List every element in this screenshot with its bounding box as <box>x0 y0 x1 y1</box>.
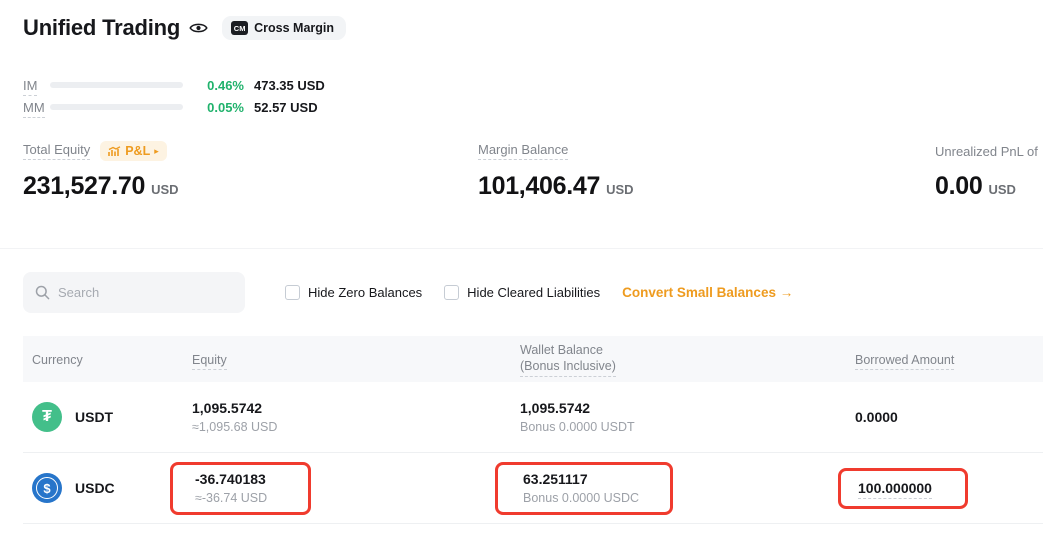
mm-row: MM 0.05% 52.57 USD <box>23 96 325 118</box>
margin-mode-label: Cross Margin <box>254 21 334 35</box>
usdc-wallet-balance-cell: 63.251117 Bonus 0.0000 USDC <box>520 462 855 515</box>
unified-trading-page: Unified Trading CM Cross Margin IM 0.46%… <box>0 0 1043 552</box>
im-progress-bar <box>50 82 183 88</box>
column-currency: Currency <box>23 352 192 367</box>
hide-cleared-liabilities-label: Hide Cleared Liabilities <box>467 285 600 300</box>
hide-cleared-liabilities-checkbox[interactable]: Hide Cleared Liabilities <box>444 285 600 300</box>
pnl-badge[interactable]: P&L ▸ <box>100 141 167 161</box>
section-divider <box>0 248 1043 249</box>
mm-label[interactable]: MM <box>23 100 50 115</box>
table-row-usdc: $ USDC -36.740183 ≈-36.74 USD 63.251117 … <box>23 453 1043 524</box>
unrealized-pnl-unit: USD <box>988 182 1015 197</box>
usdc-equity-cell: -36.740183 ≈-36.74 USD <box>192 462 520 515</box>
highlight-box-borrowed: 100.000000 <box>838 468 968 509</box>
assets-table: Currency Equity Wallet Balance (Bonus In… <box>23 336 1043 524</box>
currency-symbol: USDC <box>75 480 115 496</box>
margin-balance-unit: USD <box>606 182 633 197</box>
im-percent: 0.46% <box>194 78 244 93</box>
table-header-row: Currency Equity Wallet Balance (Bonus In… <box>23 336 1043 382</box>
highlight-box-equity: -36.740183 ≈-36.74 USD <box>170 462 311 515</box>
total-equity-value: 231,527.70 <box>23 172 145 201</box>
im-value: 473.35 USD <box>254 78 325 93</box>
mm-progress-bar <box>50 104 183 110</box>
usdt-wallet-balance-cell: 1,095.5742 Bonus 0.0000 USDT <box>520 400 855 435</box>
unrealized-pnl-block: Unrealized PnL of 0.00 USD <box>935 141 1043 201</box>
total-equity-label[interactable]: Total Equity <box>23 142 90 160</box>
total-equity-block: Total Equity P&L ▸ 231,527.70 USD <box>23 141 478 201</box>
unrealized-pnl-label: Unrealized PnL of <box>935 144 1038 159</box>
im-row: IM 0.46% 473.35 USD <box>23 74 325 96</box>
hide-zero-balances-checkbox[interactable]: Hide Zero Balances <box>285 285 422 300</box>
search-input[interactable] <box>58 285 228 300</box>
total-equity-unit: USD <box>151 182 178 197</box>
cross-margin-icon: CM <box>231 21 248 35</box>
account-summary: Total Equity P&L ▸ 231,527.70 USD Margin… <box>23 141 1043 201</box>
search-box[interactable] <box>23 272 245 313</box>
margin-ratio-block: IM 0.46% 473.35 USD MM 0.05% 52.57 USD <box>23 74 325 118</box>
convert-small-balances-link[interactable]: Convert Small Balances → <box>622 285 793 300</box>
checkbox-box-icon <box>285 285 300 300</box>
hide-zero-balances-label: Hide Zero Balances <box>308 285 422 300</box>
margin-balance-label[interactable]: Margin Balance <box>478 142 568 160</box>
usdc-borrowed-value[interactable]: 100.000000 <box>858 480 932 499</box>
mm-value: 52.57 USD <box>254 100 318 115</box>
column-wallet-balance[interactable]: Wallet Balance (Bonus Inclusive) <box>520 341 855 377</box>
currency-symbol: USDT <box>75 409 113 425</box>
margin-mode-badge[interactable]: CM Cross Margin <box>222 16 346 40</box>
usdt-equity-cell: 1,095.5742 ≈1,095.68 USD <box>192 400 520 435</box>
checkbox-box-icon <box>444 285 459 300</box>
margin-balance-block: Margin Balance 101,406.47 USD <box>478 141 935 201</box>
highlight-box-wallet: 63.251117 Bonus 0.0000 USDC <box>495 462 673 515</box>
usdc-borrowed-cell: 100.000000 <box>855 468 1043 509</box>
table-row-usdt: ₮ USDT 1,095.5742 ≈1,095.68 USD 1,095.57… <box>23 382 1043 453</box>
mm-percent: 0.05% <box>194 100 244 115</box>
assets-toolbar: Hide Zero Balances Hide Cleared Liabilit… <box>23 272 793 313</box>
im-label[interactable]: IM <box>23 78 50 93</box>
usdt-icon: ₮ <box>32 402 62 432</box>
usdc-icon: $ <box>32 473 62 503</box>
search-icon <box>35 285 50 300</box>
column-equity[interactable]: Equity <box>192 352 520 367</box>
column-borrowed-amount[interactable]: Borrowed Amount <box>855 352 1043 367</box>
chart-icon <box>108 146 121 157</box>
pnl-badge-label: P&L <box>125 144 150 158</box>
eye-icon[interactable] <box>189 21 208 35</box>
chevron-right-icon: ▸ <box>154 146 159 157</box>
unrealized-pnl-value: 0.00 <box>935 172 982 201</box>
page-title: Unified Trading <box>23 15 180 41</box>
usdt-borrowed-cell: 0.0000 <box>855 409 1043 426</box>
title-row: Unified Trading CM Cross Margin <box>23 15 346 41</box>
margin-balance-value: 101,406.47 <box>478 172 600 201</box>
